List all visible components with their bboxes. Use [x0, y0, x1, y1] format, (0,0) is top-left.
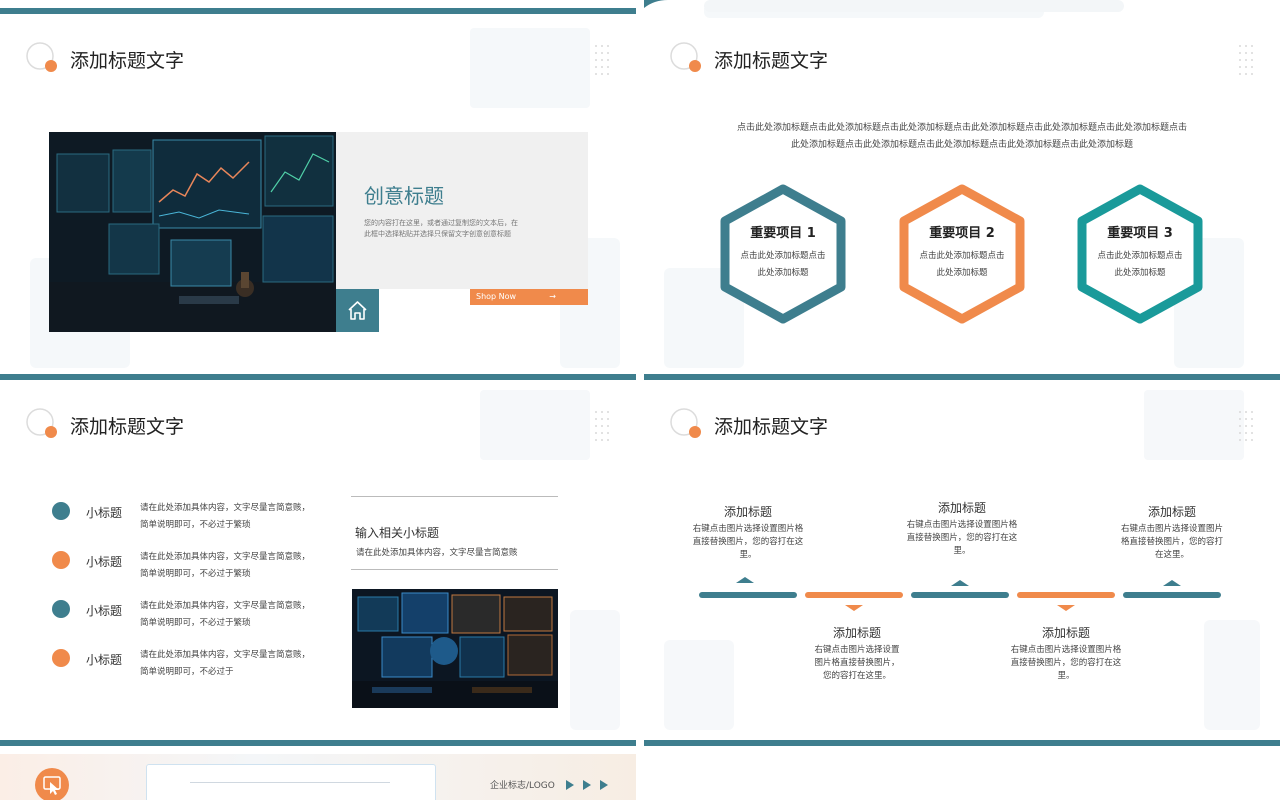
bullet-dot-icon: [52, 551, 70, 569]
slide-1-body-text: 您的内容打在这里，或者通过复制您的文本后，在此框中选择粘贴并选择只保留文字创意创…: [364, 219, 518, 238]
bullet-dot-icon: [52, 649, 70, 667]
arrow-right-icon: [566, 780, 574, 790]
slide-3-subtext: 请在此处添加具体内容，文字尽量言简意赅: [356, 548, 518, 558]
hexagon-3-title: 重要项目 3: [1107, 226, 1173, 241]
shop-now-button[interactable]: Shop Now →: [470, 289, 588, 305]
list-item-label: 小标题: [86, 653, 123, 667]
hexagon-3-body: 点击此处添加标题点击此处添加标题: [1097, 251, 1183, 278]
slide-3-subheading: 输入相关小标题: [355, 526, 440, 540]
timeline-segment: [805, 592, 903, 598]
arrow-right-icon: [583, 780, 591, 790]
list-item-text: 请在此处添加具体内容，文字尽量言简意赅，简单说明即可，不必过于: [140, 650, 311, 677]
slide-5[interactable]: 企业标志/LOGO: [0, 754, 636, 800]
slide-4-title: 添加标题文字: [714, 416, 829, 438]
click-cursor-icon: [43, 776, 61, 795]
slide-2-top-decoration: [644, 0, 1124, 12]
row-divider-bar-left: [0, 740, 636, 746]
timeline-segment: [1123, 592, 1221, 598]
list-item-label: 小标题: [86, 555, 123, 569]
milestone-text: 右键点击图片选择设置图片格直接替换图片，您的容打在这里。: [906, 520, 1018, 556]
milestone-text: 右键点击图片选择设置图片格直接替换图片，您的容打在这里。: [692, 524, 804, 560]
timeline-segment: [911, 592, 1009, 598]
timeline-segment: [1017, 592, 1115, 598]
hexagon-2-title: 重要项目 2: [929, 226, 995, 241]
milestone-title: 添加标题: [832, 626, 881, 640]
triangle-down-icon: [845, 605, 863, 611]
arrow-right-icon: [600, 780, 608, 790]
slide-1-text-panel: [336, 132, 588, 289]
shop-now-label: Shop Now: [476, 292, 517, 301]
milestone-title: 添加标题: [1147, 505, 1196, 519]
title-logo-icon: [26, 408, 57, 438]
milestone-title: 添加标题: [937, 501, 986, 515]
slide-1-top-bar: [0, 8, 636, 14]
milestone-text: 右键点击图片选择设置图片格直接替换图片，您的容打在这里。: [814, 645, 900, 681]
hexagon-item-3[interactable]: 重要项目 3 点击此处添加标题点击此处添加标题: [1076, 184, 1204, 324]
title-logo-icon: [26, 42, 57, 72]
triangle-up-icon: [951, 580, 969, 586]
trading-monitors-photo[interactable]: [49, 132, 336, 332]
timeline-milestone-3[interactable]: 添加标题 右键点击图片选择设置图片格直接替换图片，您的容打在这里。: [906, 499, 1018, 558]
milestone-text: 右键点击图片选择设置图片格直接替换图片，您的容打在这里。: [1120, 524, 1223, 560]
list-item-text: 请在此处添加具体内容，文字尽量言简意赅，简单说明即可，不必过于繁琐: [140, 503, 311, 530]
milestone-text: 右键点击图片选择设置图片格直接替换图片，您的容打在这里。: [1010, 645, 1122, 681]
triangle-up-icon: [736, 577, 754, 583]
company-logo-text: 企业标志/LOGO: [490, 781, 555, 791]
divider: [351, 496, 558, 497]
triangle-down-icon: [1057, 605, 1075, 611]
hexagon-1-body: 点击此处添加标题点击此处添加标题: [740, 251, 826, 278]
timeline-milestone-4[interactable]: 添加标题 右键点击图片选择设置图片格直接替换图片，您的容打在这里。: [1010, 624, 1122, 683]
arrow-right-icon: →: [549, 292, 556, 301]
timeline-milestone-1[interactable]: 添加标题 右键点击图片选择设置图片格直接替换图片，您的容打在这里。: [692, 503, 804, 562]
list-item-label: 小标题: [86, 506, 123, 520]
slide-3-title: 添加标题文字: [70, 416, 185, 438]
list-item-label: 小标题: [86, 604, 123, 618]
dots-decoration-icon: [595, 411, 609, 441]
divider: [190, 782, 390, 783]
list-item-text: 请在此处添加具体内容，文字尽量言简意赅，简单说明即可，不必过于繁琐: [140, 601, 311, 628]
home-icon: [348, 301, 367, 320]
slide-1-title: 添加标题文字: [70, 50, 185, 72]
home-button[interactable]: [336, 289, 379, 332]
dots-decoration-icon: [595, 45, 609, 75]
slide-2-intro-text: 点击此处添加标题点击此处添加标题点击此处添加标题点击此处添加标题点击此处添加标题…: [736, 123, 1187, 150]
timeline-milestone-5[interactable]: 添加标题 右键点击图片选择设置图片格直接替换图片，您的容打在这里。: [1120, 503, 1224, 562]
milestone-title: 添加标题: [723, 505, 772, 519]
title-logo-icon: [670, 408, 701, 438]
timeline-segment: [699, 592, 797, 598]
row-divider-bar-right: [644, 740, 1280, 746]
hexagon-1-title: 重要项目 1: [750, 226, 816, 241]
timeline-milestone-2[interactable]: 添加标题 右键点击图片选择设置图片格直接替换图片，您的容打在这里。: [814, 624, 900, 683]
divider: [351, 569, 558, 570]
dots-decoration-icon: [1239, 45, 1253, 75]
hexagon-2-body: 点击此处添加标题点击此处添加标题: [919, 251, 1005, 278]
triangle-up-icon: [1163, 580, 1181, 586]
hexagon-item-1[interactable]: 重要项目 1 点击此处添加标题点击此处添加标题: [719, 184, 847, 324]
cursor-button[interactable]: [35, 768, 69, 800]
dots-decoration-icon: [1239, 411, 1253, 441]
bullet-dot-icon: [52, 502, 70, 520]
slide-2-title: 添加标题文字: [714, 50, 829, 72]
control-room-photo[interactable]: [352, 589, 558, 708]
slide-1-heading: 创意标题: [364, 184, 444, 208]
title-logo-icon: [670, 42, 701, 72]
milestone-title: 添加标题: [1041, 626, 1090, 640]
hexagon-item-2[interactable]: 重要项目 2 点击此处添加标题点击此处添加标题: [898, 184, 1026, 324]
list-item-text: 请在此处添加具体内容，文字尽量言简意赅，简单说明即可，不必过于繁琐: [140, 552, 311, 579]
bullet-dot-icon: [52, 600, 70, 618]
